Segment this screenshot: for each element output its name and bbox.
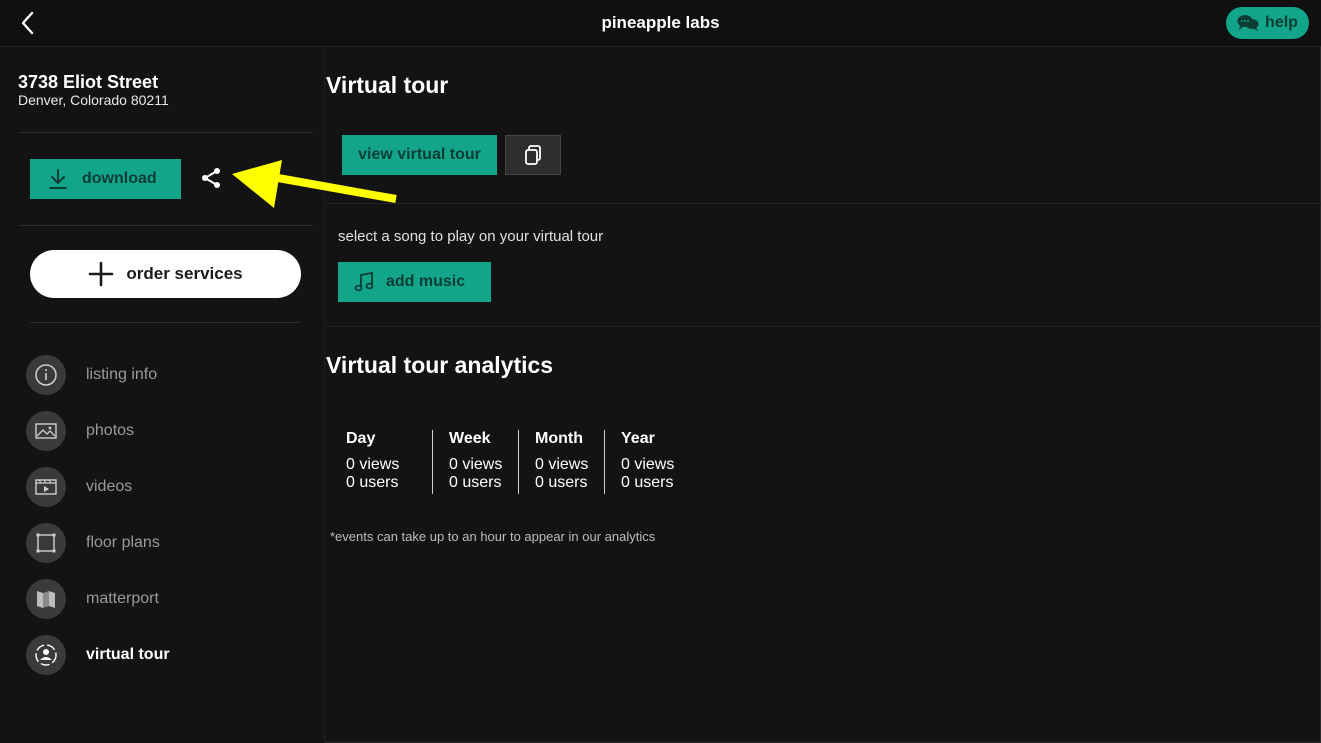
help-button-label: help xyxy=(1265,14,1298,31)
music-caption: select a song to play on your virtual to… xyxy=(338,228,604,245)
analytics-period: Year xyxy=(621,430,655,447)
sidebar-item-label: videos xyxy=(86,478,133,495)
virtual-tour-icon xyxy=(26,635,66,675)
analytics-views: 0 views xyxy=(449,456,503,473)
info-icon xyxy=(26,355,66,395)
copy-icon xyxy=(525,145,541,165)
analytics-period: Month xyxy=(535,430,583,447)
sidebar-item-videos[interactable]: videos xyxy=(26,467,286,507)
analytics-note: *events can take up to an hour to appear… xyxy=(330,529,656,544)
divider xyxy=(18,132,313,133)
share-icon xyxy=(202,168,220,188)
sidebar-item-floor-plans[interactable]: floor plans xyxy=(26,523,286,563)
chat-bubbles-icon xyxy=(1237,15,1259,31)
virtual-tour-heading: Virtual tour xyxy=(326,72,449,98)
sidebar-item-label: virtual tour xyxy=(86,646,170,663)
sidebar-item-label: floor plans xyxy=(86,534,160,551)
add-music-button[interactable]: add music xyxy=(338,262,491,302)
analytics-users: 0 users xyxy=(535,474,588,491)
analytics-heading: Virtual tour analytics xyxy=(326,352,554,378)
download-button[interactable]: download xyxy=(30,159,181,199)
divider xyxy=(326,326,1321,327)
listing-city: Denver, Colorado 80211 xyxy=(18,92,169,108)
main-content: Virtual tour view virtual tour select a … xyxy=(326,48,1321,743)
share-button[interactable] xyxy=(197,164,225,192)
download-button-label: download xyxy=(82,170,157,187)
app-window: pineapple labs help 3738 Eliot Street De… xyxy=(0,0,1321,743)
analytics-views: 0 views xyxy=(346,456,400,473)
order-services-button[interactable]: order services xyxy=(30,250,301,298)
app-title: pineapple labs xyxy=(601,13,720,32)
analytics-period: Day xyxy=(346,430,376,447)
analytics-views: 0 views xyxy=(621,456,675,473)
help-button[interactable]: help xyxy=(1226,7,1309,39)
analytics-column-month: Month 0 views 0 users xyxy=(518,430,604,494)
analytics-column-week: Week 0 views 0 users xyxy=(432,430,518,494)
sidebar-item-listing-info[interactable]: listing info xyxy=(26,355,286,395)
sidebar-item-label: matterport xyxy=(86,590,159,607)
analytics-period: Week xyxy=(449,430,491,447)
matterport-icon xyxy=(26,579,66,619)
order-services-label: order services xyxy=(126,264,243,283)
plus-icon xyxy=(89,261,114,287)
divider xyxy=(326,203,1321,204)
annotation-arrow-icon xyxy=(232,160,397,208)
divider xyxy=(30,322,301,323)
copy-link-button[interactable] xyxy=(505,135,561,175)
sidebar-item-matterport[interactable]: matterport xyxy=(26,579,286,619)
add-music-label: add music xyxy=(386,273,466,290)
floor-plan-icon xyxy=(26,523,66,563)
music-note-icon xyxy=(354,271,374,292)
analytics-table: Day 0 views 0 users Week 0 views 0 users… xyxy=(346,430,690,494)
analytics-column-day: Day 0 views 0 users xyxy=(346,430,432,494)
analytics-column-year: Year 0 views 0 users xyxy=(604,430,690,494)
divider xyxy=(18,225,313,226)
sidebar-item-label: photos xyxy=(86,422,135,439)
sidebar: 3738 Eliot Street Denver, Colorado 80211… xyxy=(0,48,325,743)
sidebar-item-photos[interactable]: photos xyxy=(26,411,286,451)
analytics-views: 0 views xyxy=(535,456,589,473)
download-icon xyxy=(49,169,67,189)
video-icon xyxy=(26,467,66,507)
image-icon xyxy=(26,411,66,451)
top-bar: pineapple labs help xyxy=(0,0,1321,47)
analytics-users: 0 users xyxy=(449,474,502,491)
analytics-users: 0 users xyxy=(346,474,399,491)
analytics-users: 0 users xyxy=(621,474,674,491)
sidebar-item-virtual-tour[interactable]: virtual tour xyxy=(26,635,286,675)
sidebar-item-label: listing info xyxy=(86,366,158,383)
listing-street: 3738 Eliot Street xyxy=(18,72,159,92)
